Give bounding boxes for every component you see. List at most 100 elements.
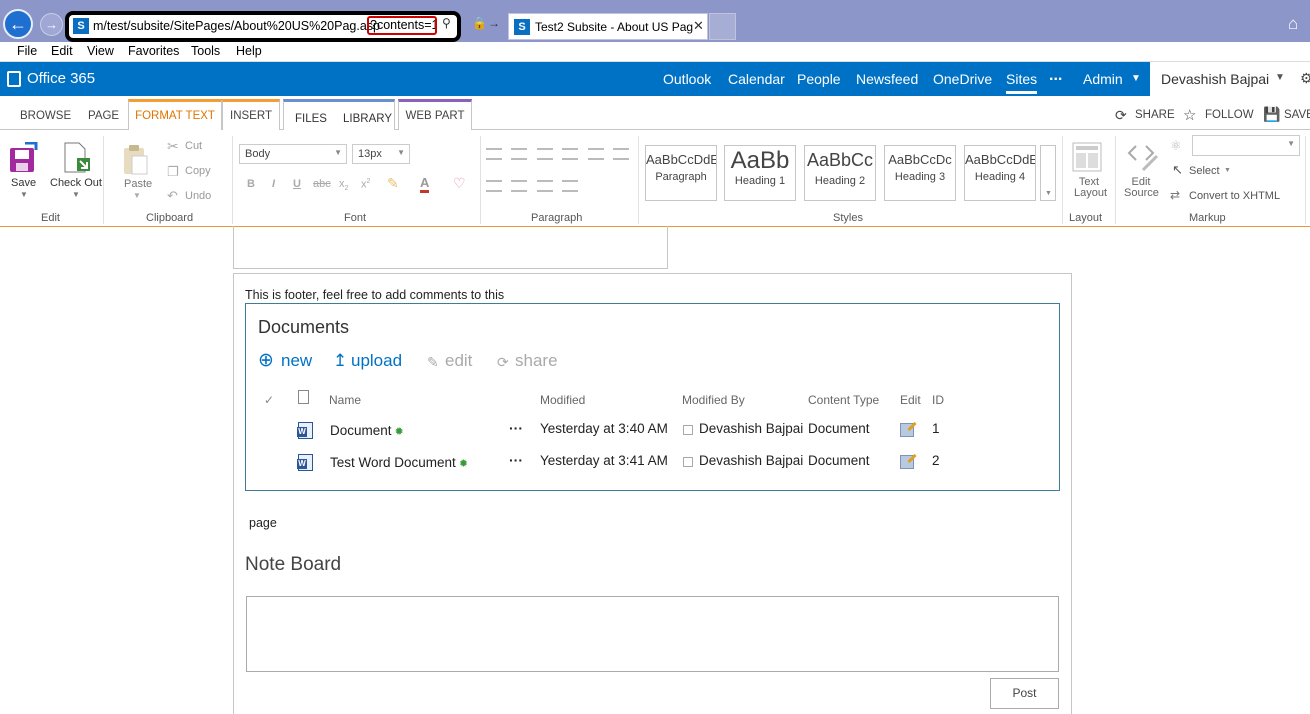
new-button[interactable]: new: [281, 351, 312, 371]
paste-button[interactable]: Paste: [124, 178, 152, 190]
style-heading-1[interactable]: AaBb Heading 1: [724, 145, 796, 201]
font-size-select[interactable]: 13px ▼: [352, 144, 410, 164]
note-board-input[interactable]: [246, 596, 1059, 672]
save-caret-icon[interactable]: ▼: [20, 190, 28, 199]
close-icon[interactable]: ✕: [693, 18, 704, 34]
forward-button[interactable]: →: [40, 13, 63, 36]
column-header-id[interactable]: ID: [932, 393, 944, 407]
tab-insert[interactable]: INSERT: [222, 99, 280, 130]
nav-newsfeed[interactable]: Newsfeed: [856, 71, 918, 87]
upload-icon[interactable]: ↥: [333, 351, 347, 371]
italic-icon[interactable]: I: [272, 178, 275, 190]
tab-page[interactable]: PAGE: [88, 110, 119, 122]
table-row-2-modified-by[interactable]: Devashish Bajpai: [699, 453, 803, 468]
menu-edit[interactable]: Edit: [51, 44, 73, 58]
subscript-icon[interactable]: x2: [339, 178, 348, 192]
style-heading-2[interactable]: AaBbCc Heading 2: [804, 145, 876, 201]
underline-icon[interactable]: U: [293, 178, 301, 190]
browser-tab-active[interactable]: S Test2 Subsite - About US Pag ✕: [508, 13, 708, 40]
font-family-select[interactable]: Body ▼: [239, 144, 347, 164]
nav-calendar[interactable]: Calendar: [728, 71, 785, 87]
save-button[interactable]: Save: [11, 177, 36, 189]
styles-scroll[interactable]: ▼: [1040, 145, 1056, 201]
documents-title[interactable]: Documents: [258, 317, 349, 338]
share-button[interactable]: share: [515, 351, 558, 371]
select-button[interactable]: Select: [1189, 165, 1220, 177]
brand-name[interactable]: Office 365: [27, 70, 95, 87]
address-bar[interactable]: S m/test/subsite/SitePages/About%20US%20…: [65, 11, 461, 42]
follow-button[interactable]: FOLLOW: [1205, 109, 1254, 121]
nav-outlook[interactable]: Outlook: [663, 71, 711, 87]
table-row-1-modified-by[interactable]: Devashish Bajpai: [699, 421, 803, 436]
user-menu[interactable]: Devashish Bajpai ▼ ⚙: [1150, 62, 1310, 96]
check-out-button[interactable]: Check Out: [50, 177, 102, 189]
plus-circle-icon[interactable]: ⊕: [258, 349, 274, 372]
align-left-icon[interactable]: [486, 180, 502, 192]
style-heading-3[interactable]: AaBbCcDc Heading 3: [884, 145, 956, 201]
menu-file[interactable]: File: [17, 44, 37, 58]
text-layout-button[interactable]: Text Layout: [1074, 177, 1107, 199]
highlight-color-icon[interactable]: ✎: [387, 175, 399, 192]
copy-button[interactable]: Copy: [185, 165, 211, 177]
nav-people[interactable]: People: [797, 71, 841, 87]
document-name[interactable]: Document: [330, 423, 392, 438]
style-heading-4[interactable]: AaBbCcDdE Heading 4: [964, 145, 1036, 201]
language-select[interactable]: ▼: [1192, 135, 1300, 156]
rtl-icon[interactable]: [613, 148, 629, 160]
nav-admin[interactable]: Admin: [1083, 71, 1123, 87]
edit-source-button[interactable]: Edit Source: [1124, 177, 1159, 199]
row-1-edit-icon[interactable]: [900, 423, 914, 437]
row-1-more-options-icon[interactable]: ···: [509, 420, 523, 436]
home-icon[interactable]: ⌂: [1288, 14, 1298, 34]
menu-view[interactable]: View: [87, 44, 114, 58]
tab-library[interactable]: LIBRARY: [343, 113, 392, 125]
font-color-icon[interactable]: A: [420, 175, 430, 193]
bullet-list-icon[interactable]: [486, 148, 502, 160]
save-page-button[interactable]: SAVE: [1284, 109, 1310, 121]
decrease-indent-icon[interactable]: [537, 148, 553, 160]
upload-button[interactable]: upload: [351, 351, 402, 371]
table-row-2-name[interactable]: Test Word Document ✹: [330, 455, 468, 470]
column-header-content-type[interactable]: Content Type: [808, 393, 879, 407]
column-header-name[interactable]: Name: [329, 393, 361, 407]
select-caret-icon[interactable]: ▼: [1224, 167, 1231, 174]
menu-tools[interactable]: Tools: [191, 44, 220, 58]
align-right-icon[interactable]: [537, 180, 553, 192]
admin-caret-icon[interactable]: ▼: [1131, 73, 1141, 84]
back-button[interactable]: ←: [3, 9, 33, 39]
undo-button[interactable]: Undo: [185, 190, 211, 202]
column-header-modified[interactable]: Modified: [540, 393, 585, 407]
bold-icon[interactable]: B: [247, 178, 255, 190]
tab-web-part[interactable]: WEB PART: [398, 99, 472, 130]
strikethrough-icon[interactable]: abc: [313, 178, 331, 190]
clear-format-icon[interactable]: ♡: [453, 175, 466, 192]
gear-icon[interactable]: ⚙: [1300, 70, 1310, 87]
refresh-arrow-icon[interactable]: →: [488, 16, 500, 30]
style-paragraph[interactable]: AaBbCcDdE Paragraph: [645, 145, 717, 201]
increase-indent-icon[interactable]: [562, 148, 578, 160]
post-button[interactable]: Post: [990, 678, 1059, 709]
ltr-icon[interactable]: [588, 148, 604, 160]
search-icon[interactable]: ⚲: [442, 16, 451, 30]
numbered-list-icon[interactable]: [511, 148, 527, 160]
tab-browse[interactable]: BROWSE: [20, 110, 71, 122]
paste-caret-icon[interactable]: ▼: [133, 191, 141, 200]
nav-sites[interactable]: Sites: [1006, 71, 1038, 94]
document-name[interactable]: Test Word Document: [330, 455, 456, 470]
justify-icon[interactable]: [562, 180, 578, 192]
menu-help[interactable]: Help: [236, 44, 262, 58]
row-2-more-options-icon[interactable]: ···: [509, 452, 523, 468]
convert-xhtml-button[interactable]: Convert to XHTML: [1189, 190, 1280, 202]
superscript-icon[interactable]: x2: [361, 178, 370, 191]
nav-more[interactable]: ...: [1049, 67, 1062, 85]
row-2-edit-icon[interactable]: [900, 455, 914, 469]
share-button[interactable]: SHARE: [1135, 109, 1175, 121]
cut-button[interactable]: Cut: [185, 140, 202, 152]
nav-onedrive[interactable]: OneDrive: [933, 71, 992, 87]
table-row-1-name[interactable]: Document ✹: [330, 423, 404, 438]
check-out-caret-icon[interactable]: ▼: [72, 190, 80, 199]
tab-format-text[interactable]: FORMAT TEXT: [128, 99, 222, 130]
align-center-icon[interactable]: [511, 180, 527, 192]
tab-files[interactable]: FILES: [295, 113, 327, 125]
select-all-checkmark-icon[interactable]: ✓: [264, 393, 274, 407]
